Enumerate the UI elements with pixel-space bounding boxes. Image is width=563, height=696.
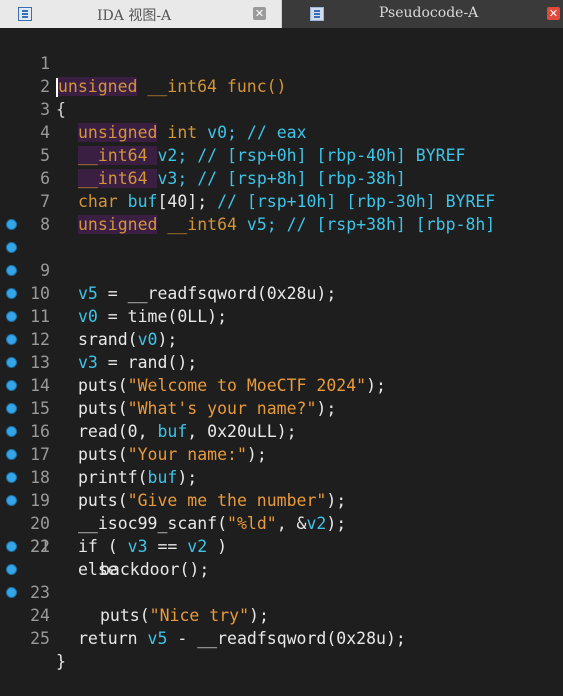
line-number: 25 [30,629,50,648]
code-text[interactable]: return v5 - __readfsqword(0x28u); [78,627,406,650]
breakpoint-icon[interactable] [6,472,17,483]
tab-pseudocode[interactable]: Pseudocode-A ✕ [282,0,563,28]
breakpoint-icon[interactable] [6,449,17,460]
code-line[interactable]: 14 puts("What's your name?"); [0,328,563,418]
code-line[interactable]: 23 puts("Nice try"); [0,535,563,625]
tab-ida-view[interactable]: IDA 视图-A ✕ [0,0,282,28]
disassembly-view-icon [18,7,32,21]
code-line[interactable]: 3 unsigned int v0; // eax [0,75,563,142]
code-line[interactable]: 16 puts("Your name:"); [0,374,563,464]
code-line[interactable]: 12 v3 = rand(); [0,282,563,372]
breakpoint-icon[interactable] [6,311,17,322]
code-line[interactable]: 10 v0 = time(0LL); [0,236,563,326]
breakpoint-icon[interactable] [6,242,17,253]
code-line[interactable]: 20 if ( v3 == v2 ) [0,466,563,556]
code-line[interactable]: 15 read(0, buf, 0x20uLL); [0,351,563,441]
code-line[interactable]: 25 } [0,581,563,671]
breakpoint-icon[interactable] [6,587,17,598]
code-line[interactable]: 4 __int64 v2; // [rsp+0h] [rbp-40h] BYRE… [0,98,563,165]
code-line[interactable]: 24 return v5 - __readfsqword(0x28u); [0,558,563,648]
breakpoint-icon[interactable] [6,334,17,345]
breakpoint-icon[interactable] [6,357,17,368]
code-line[interactable]: 8 [0,190,563,234]
pseudocode-view-icon [310,7,324,21]
code-line[interactable]: 22 else [0,512,563,579]
code-line[interactable]: 6 char buf[40]; // [rsp+10h] [rbp-30h] B… [0,144,563,211]
code-line[interactable]: 5 __int64 v3; // [rsp+8h] [rbp-38h] [0,121,563,188]
code-line[interactable]: 7 unsigned __int64 v5; // [rsp+38h] [rbp… [0,167,563,234]
code-line[interactable]: 19 __isoc99_scanf("%ld", &v2); [0,443,563,533]
tab-label: Pseudocode-A [379,5,479,21]
code-line[interactable]: 18 puts("Give me the number"); [0,420,563,510]
code-text[interactable]: puts("Nice try"); [100,604,269,627]
code-line[interactable]: 11 srand(v0); [0,259,563,349]
close-icon[interactable]: ✕ [253,7,266,20]
breakpoint-icon[interactable] [6,403,17,414]
code-line[interactable]: 2 { [0,52,563,119]
code-line[interactable]: 13 puts("Welcome to MoeCTF 2024"); [0,305,563,395]
breakpoint-icon[interactable] [6,219,17,230]
pseudocode-editor[interactable]: 1 unsigned __int64 func() 2 { 3 unsigned… [0,29,563,671]
code-text[interactable]: } [56,650,66,673]
breakpoint-icon[interactable] [6,265,17,276]
close-icon[interactable]: ✕ [547,7,560,20]
code-line[interactable]: 9 v5 = __readfsqword(0x28u); [0,213,563,303]
code-line[interactable]: 21 backdoor(); [0,489,563,579]
breakpoint-icon[interactable] [6,495,17,506]
breakpoint-icon[interactable] [6,541,17,552]
breakpoint-icon[interactable] [6,288,17,299]
tab-label: IDA 视图-A [97,8,172,24]
breakpoint-icon[interactable] [6,380,17,391]
breakpoint-icon[interactable] [6,426,17,437]
breakpoint-icon[interactable] [6,564,17,575]
code-line[interactable]: 1 unsigned __int64 func() [0,29,563,97]
code-line[interactable]: 17 printf(buf); [0,397,563,487]
tab-bar: IDA 视图-A ✕ Pseudocode-A ✕ [0,0,563,28]
